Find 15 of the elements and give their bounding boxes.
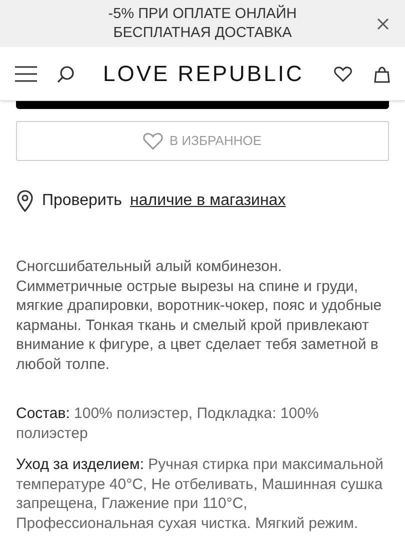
product-detail: Уход за изделием: Ручная стирка при максимальной температуре 40°C, Не отбеливать, Машинная сушка запрещена, Глажение при 110°C, Профессиональная сухая чистка. Мягкий режим. xyxy=(16,455,384,533)
heart-icon[interactable] xyxy=(334,66,352,82)
product-detail: Состав: 100% полиэстер, Подкладка: 100% полиэстер xyxy=(16,404,320,443)
location-pin-icon xyxy=(16,190,34,212)
logo[interactable]: LOVE REPUBLIC xyxy=(103,57,304,90)
heart-icon xyxy=(143,132,164,150)
bag-icon[interactable] xyxy=(374,64,390,82)
promo-text: -5% ПРИ ОПЛАТЕ ОНЛАЙН xyxy=(108,4,297,24)
menu-icon[interactable] xyxy=(15,64,37,82)
promo-text: БЕСПЛАТНАЯ ДОСТАВКА xyxy=(113,24,292,42)
search-icon[interactable] xyxy=(57,64,75,82)
store-check-text: Проверить xyxy=(42,191,122,211)
store-availability-link[interactable]: наличие в магазинах xyxy=(130,189,286,213)
close-icon xyxy=(376,17,390,31)
product-description: Сногсшибательный алый комбинезон. Симметричные острые вырезы на спине и груди, мягкие драпировки, воротник-чокер, пояс и удобные карманы. Тонкая ткань и смелый крой привлекают внимание к фигуре, а цвет сделает тебя заметной в любой толпе. xyxy=(16,257,383,374)
